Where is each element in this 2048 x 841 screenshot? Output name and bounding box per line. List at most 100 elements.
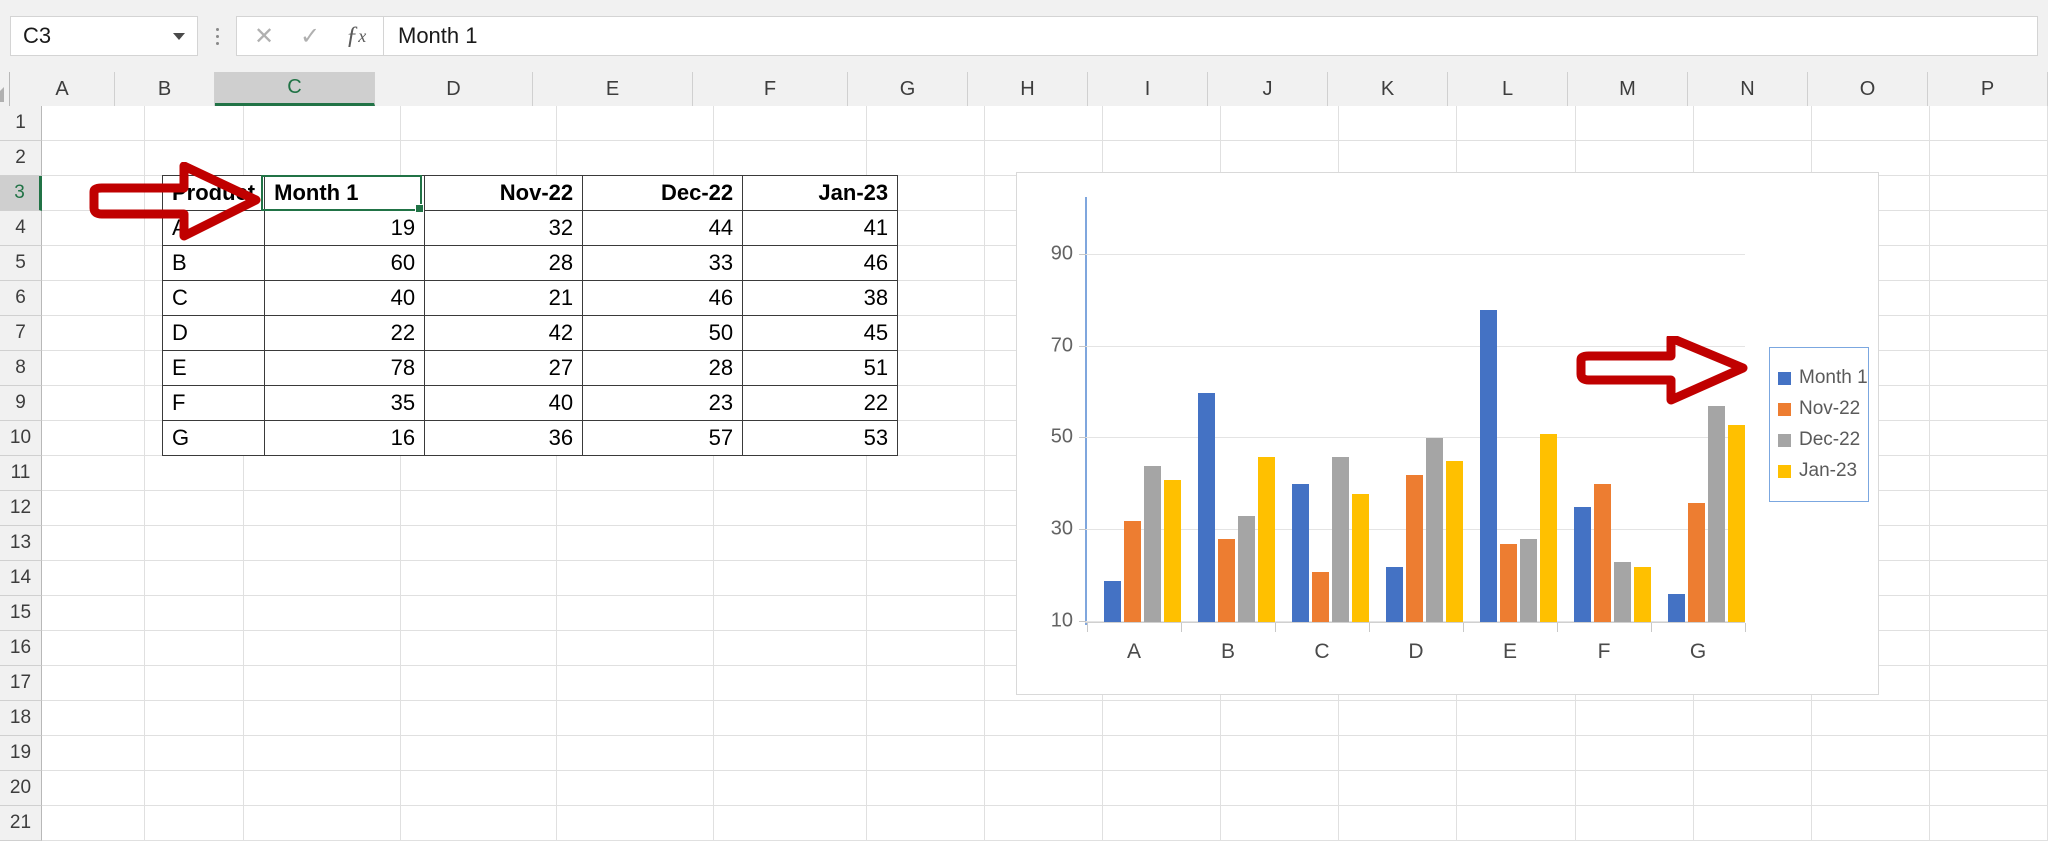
grid-cell[interactable] — [243, 596, 402, 631]
grid-cell[interactable] — [1457, 701, 1576, 736]
cell-jan23[interactable]: 38 — [742, 280, 899, 316]
cell-jan23[interactable]: 51 — [742, 350, 899, 386]
grid-cell[interactable] — [1339, 141, 1458, 176]
grid-cell[interactable] — [1457, 806, 1576, 841]
more-options-icon[interactable] — [198, 16, 236, 56]
grid-cell[interactable] — [401, 771, 557, 806]
cell-nov22[interactable]: 36 — [424, 420, 584, 456]
grid-cell[interactable] — [42, 351, 146, 386]
bar-d-month-1[interactable] — [1385, 566, 1403, 622]
cell-jan23[interactable]: 46 — [742, 245, 899, 281]
column-header-k[interactable]: K — [1328, 72, 1448, 106]
grid-cell[interactable] — [1221, 736, 1340, 771]
grid-cell[interactable] — [42, 526, 146, 561]
cell-month1[interactable]: 16 — [264, 420, 426, 456]
bar-g-dec-22[interactable] — [1707, 406, 1725, 622]
grid-cell[interactable] — [1457, 771, 1576, 806]
grid-cell[interactable] — [1929, 561, 2048, 596]
cell-product[interactable]: A — [161, 210, 266, 246]
grid-cell[interactable] — [243, 701, 402, 736]
column-header-d[interactable]: D — [375, 72, 533, 106]
column-header-m[interactable]: M — [1568, 72, 1688, 106]
bar-e-jan-23[interactable] — [1539, 433, 1557, 622]
legend-item-nov-22[interactable]: Nov-22 — [1778, 398, 1860, 420]
grid-cell[interactable] — [714, 596, 867, 631]
bar-e-dec-22[interactable] — [1519, 539, 1537, 622]
grid-cell[interactable] — [145, 141, 244, 176]
grid-cell[interactable] — [1929, 316, 2048, 351]
grid-cell[interactable] — [1103, 701, 1222, 736]
cell-month1[interactable]: 35 — [264, 385, 426, 421]
cell-month1[interactable]: 60 — [264, 245, 426, 281]
cell-nov22[interactable]: 32 — [424, 210, 584, 246]
grid-cell[interactable] — [1575, 701, 1694, 736]
grid-cell[interactable] — [401, 526, 557, 561]
grid-cell[interactable] — [42, 386, 146, 421]
grid-cell[interactable] — [1811, 736, 1930, 771]
grid-cell[interactable] — [556, 666, 715, 701]
grid-cell[interactable] — [1929, 246, 2048, 281]
column-header-n[interactable]: N — [1688, 72, 1808, 106]
grid-cell[interactable] — [714, 141, 867, 176]
grid-cell[interactable] — [556, 561, 715, 596]
cell-dec22[interactable]: 50 — [582, 315, 744, 351]
grid-cell[interactable] — [556, 596, 715, 631]
cell-month1[interactable]: 78 — [264, 350, 426, 386]
cell-jan23[interactable]: 22 — [742, 385, 899, 421]
grid-cell[interactable] — [243, 666, 402, 701]
table-header-month1[interactable]: Month 1 — [264, 175, 426, 211]
grid-cell[interactable] — [714, 561, 867, 596]
grid-cell[interactable] — [1929, 771, 2048, 806]
grid-cell[interactable] — [556, 526, 715, 561]
grid-cell[interactable] — [42, 771, 146, 806]
grid-cell[interactable] — [1575, 736, 1694, 771]
cell-nov22[interactable]: 27 — [424, 350, 584, 386]
grid-cell[interactable] — [145, 666, 244, 701]
bar-b-jan-23[interactable] — [1257, 456, 1275, 622]
bar-f-jan-23[interactable] — [1633, 566, 1651, 622]
row-header-11[interactable]: 11 — [0, 456, 42, 491]
grid-cell[interactable] — [866, 701, 985, 736]
grid-cell[interactable] — [1929, 141, 2048, 176]
bar-a-month-1[interactable] — [1103, 580, 1121, 622]
bar-g-month-1[interactable] — [1667, 594, 1685, 622]
grid-cell[interactable] — [1103, 771, 1222, 806]
grid-cell[interactable] — [42, 316, 146, 351]
grid-cell[interactable] — [556, 456, 715, 491]
bar-e-month-1[interactable] — [1479, 310, 1497, 622]
grid-cell[interactable] — [42, 211, 146, 246]
grid-cell[interactable] — [1811, 771, 1930, 806]
column-header-e[interactable]: E — [533, 72, 693, 106]
grid-cell[interactable] — [42, 141, 146, 176]
grid-cell[interactable] — [866, 456, 985, 491]
grid-cell[interactable] — [1929, 736, 2048, 771]
grid-cell[interactable] — [984, 771, 1104, 806]
table-header-product[interactable]: Product — [161, 175, 266, 211]
grid-cell[interactable] — [714, 491, 867, 526]
row-header-19[interactable]: 19 — [0, 736, 42, 771]
grid-cell[interactable] — [866, 141, 985, 176]
grid-cell[interactable] — [866, 736, 985, 771]
bar-d-dec-22[interactable] — [1425, 438, 1443, 622]
grid-cell[interactable] — [1693, 141, 1812, 176]
column-header-o[interactable]: O — [1808, 72, 1928, 106]
grid-cell[interactable] — [243, 561, 402, 596]
grid-cell[interactable] — [1221, 806, 1340, 841]
grid-cell[interactable] — [42, 491, 146, 526]
grid-cell[interactable] — [401, 631, 557, 666]
bar-c-nov-22[interactable] — [1311, 571, 1329, 622]
grid-cell[interactable] — [1693, 806, 1812, 841]
grid-cell[interactable] — [243, 526, 402, 561]
grid-cell[interactable] — [714, 106, 867, 141]
column-header-p[interactable]: P — [1928, 72, 2048, 106]
grid-cell[interactable] — [984, 701, 1104, 736]
cell-product[interactable]: C — [161, 280, 266, 316]
cell-nov22[interactable]: 42 — [424, 315, 584, 351]
cell-product[interactable]: E — [161, 350, 266, 386]
grid-cell[interactable] — [866, 666, 985, 701]
grid-cell[interactable] — [1811, 141, 1930, 176]
row-header-20[interactable]: 20 — [0, 771, 42, 806]
table-header-dec22[interactable]: Dec-22 — [582, 175, 744, 211]
grid-cell[interactable] — [1811, 806, 1930, 841]
grid-cell[interactable] — [866, 491, 985, 526]
